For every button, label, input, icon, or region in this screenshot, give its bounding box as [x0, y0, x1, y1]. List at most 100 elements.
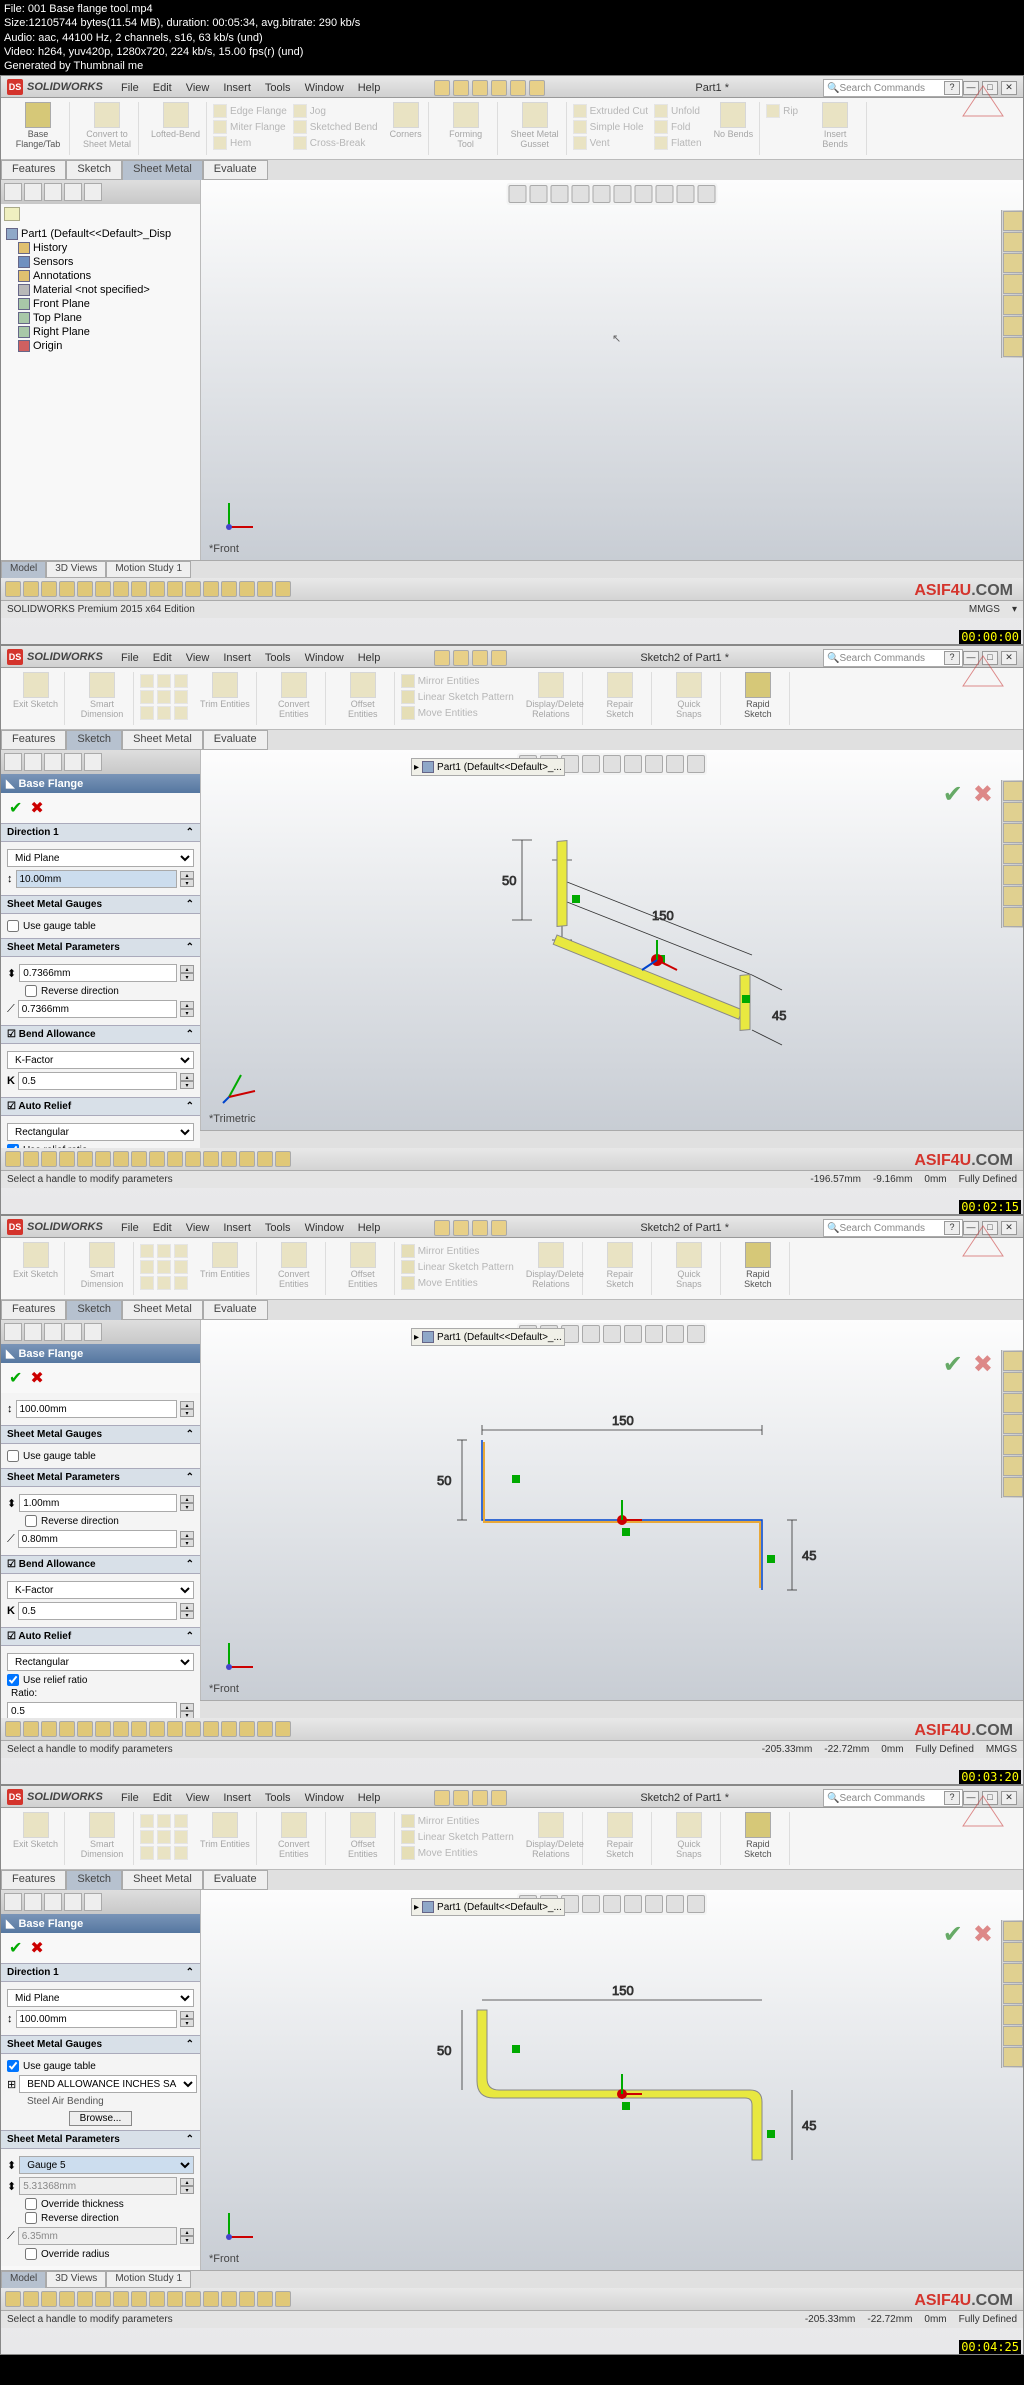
qa-icon[interactable]	[221, 1721, 237, 1737]
tab-sheet-metal[interactable]: Sheet Metal	[122, 730, 203, 750]
vent-button[interactable]: Vent	[573, 136, 648, 150]
collapse-icon[interactable]: ⌃	[186, 1029, 194, 1040]
reverse-direction-checkbox[interactable]	[25, 2212, 37, 2224]
appearance-icon[interactable]	[656, 185, 674, 203]
repair-icon[interactable]	[607, 1242, 633, 1268]
tab-model[interactable]: Model	[1, 2271, 46, 2288]
snaps-icon[interactable]	[676, 1242, 702, 1268]
tab-sheet-metal[interactable]: Sheet Metal	[122, 1870, 203, 1890]
toolbar-icon[interactable]	[453, 1220, 469, 1236]
direction-select[interactable]: Mid Plane	[7, 1989, 194, 2007]
corners-icon[interactable]	[393, 102, 419, 128]
tab-sketch[interactable]: Sketch	[66, 1300, 122, 1320]
forming-tool-icon[interactable]	[453, 102, 479, 128]
qa-icon[interactable]	[5, 2291, 21, 2307]
handle-icon[interactable]	[622, 1528, 630, 1536]
miter-flange-button[interactable]: Miter Flange	[213, 120, 287, 134]
menu-insert[interactable]: Insert	[223, 652, 251, 664]
offset-icon[interactable]	[350, 1812, 376, 1838]
task-icon[interactable]	[1003, 1393, 1023, 1413]
menu-file[interactable]: File	[121, 1792, 139, 1804]
move-icon[interactable]	[401, 706, 415, 720]
qa-icon[interactable]	[41, 581, 57, 597]
reverse-direction-checkbox[interactable]	[25, 985, 37, 997]
handle-icon[interactable]	[767, 2130, 775, 2138]
pm-tab-icon[interactable]	[64, 753, 82, 771]
tree-icon[interactable]	[24, 183, 42, 201]
fillet-icon[interactable]	[157, 706, 171, 720]
flyout-tree[interactable]: ▸ Part1 (Default<<Default>_...	[411, 1328, 565, 1346]
tab-features[interactable]: Features	[1, 730, 66, 750]
pm-tab-icon[interactable]	[24, 1893, 42, 1911]
relief-type-select[interactable]: Rectangular	[7, 1123, 194, 1141]
tree-annotations[interactable]: Annotations	[4, 269, 197, 283]
rip-button[interactable]: Rip	[766, 104, 798, 118]
menu-edit[interactable]: Edit	[153, 1222, 172, 1234]
qa-icon[interactable]	[203, 581, 219, 597]
spin-down-button[interactable]: ▾	[180, 1503, 194, 1511]
use-gauge-table-checkbox[interactable]	[7, 2060, 19, 2072]
pm-tab-icon[interactable]	[64, 1893, 82, 1911]
tree-icon[interactable]	[64, 183, 82, 201]
qa-icon[interactable]	[113, 2291, 129, 2307]
task-icon[interactable]	[1003, 1435, 1023, 1455]
menu-window[interactable]: Window	[305, 1222, 344, 1234]
section-auto-relief[interactable]: ☑ Auto Relief⌃	[1, 1097, 200, 1116]
menu-tools[interactable]: Tools	[265, 82, 291, 94]
toolbar-print-icon[interactable]	[491, 80, 507, 96]
relief-type-select[interactable]: Rectangular	[7, 1653, 194, 1671]
menu-window[interactable]: Window	[305, 1792, 344, 1804]
qa-icon[interactable]	[23, 1151, 39, 1167]
confirm-ok-icon[interactable]: ✔	[943, 780, 963, 809]
task-icon[interactable]	[1003, 886, 1023, 906]
vp-icon[interactable]	[666, 1895, 684, 1913]
slot-icon[interactable]	[157, 1260, 171, 1274]
qa-icon[interactable]	[185, 2291, 201, 2307]
qa-icon[interactable]	[95, 581, 111, 597]
view-settings-icon[interactable]	[698, 185, 716, 203]
vp-icon[interactable]	[624, 1325, 642, 1343]
confirm-cancel-icon[interactable]: ✖	[973, 780, 993, 809]
relations-icon[interactable]	[538, 1812, 564, 1838]
qa-icon[interactable]	[5, 1151, 21, 1167]
confirm-ok-icon[interactable]: ✔	[943, 1350, 963, 1379]
tab-features[interactable]: Features	[1, 1300, 66, 1320]
qa-icon[interactable]	[239, 1721, 255, 1737]
tab-evaluate[interactable]: Evaluate	[203, 160, 268, 180]
spline-icon[interactable]	[174, 1830, 188, 1844]
qa-icon[interactable]	[113, 1151, 129, 1167]
menu-tools[interactable]: Tools	[265, 1792, 291, 1804]
task-icon[interactable]	[1003, 865, 1023, 885]
tab-sketch[interactable]: Sketch	[66, 1870, 122, 1890]
task-icon[interactable]	[1003, 907, 1023, 927]
design-library-icon[interactable]	[1003, 232, 1023, 252]
qa-icon[interactable]	[77, 581, 93, 597]
gusset-icon[interactable]	[522, 102, 548, 128]
qa-icon[interactable]	[77, 2291, 93, 2307]
ok-button[interactable]: ✔	[9, 1938, 22, 1958]
depth-input[interactable]	[16, 870, 178, 888]
pm-tab-icon[interactable]	[44, 1893, 62, 1911]
qa-icon[interactable]	[41, 2291, 57, 2307]
relations-icon[interactable]	[538, 672, 564, 698]
tree-right-plane[interactable]: Right Plane	[4, 325, 197, 339]
vp-icon[interactable]	[687, 1895, 705, 1913]
task-icon[interactable]	[1003, 1921, 1023, 1941]
spin-up-button[interactable]: ▴	[180, 1603, 194, 1611]
qa-icon[interactable]	[59, 1151, 75, 1167]
qa-icon[interactable]	[167, 1721, 183, 1737]
offset-icon[interactable]	[350, 1242, 376, 1268]
pm-tab-icon[interactable]	[84, 1323, 102, 1341]
spin-down-button[interactable]: ▾	[180, 2019, 194, 2027]
convert-sheetmetal-icon[interactable]	[94, 102, 120, 128]
spin-down-button[interactable]: ▾	[180, 973, 194, 981]
tree-root[interactable]: Part1 (Default<<Default>_Disp	[4, 227, 197, 241]
toolbar-icon[interactable]	[434, 1220, 450, 1236]
vp-icon[interactable]	[666, 1325, 684, 1343]
viewport[interactable]: ↖ *Front	[201, 180, 1023, 560]
qa-icon[interactable]	[257, 1151, 273, 1167]
forum-icon[interactable]	[1003, 337, 1023, 357]
ellipse-icon[interactable]	[140, 1276, 154, 1290]
spin-down-button[interactable]: ▾	[180, 1081, 194, 1089]
no-bends-icon[interactable]	[720, 102, 746, 128]
